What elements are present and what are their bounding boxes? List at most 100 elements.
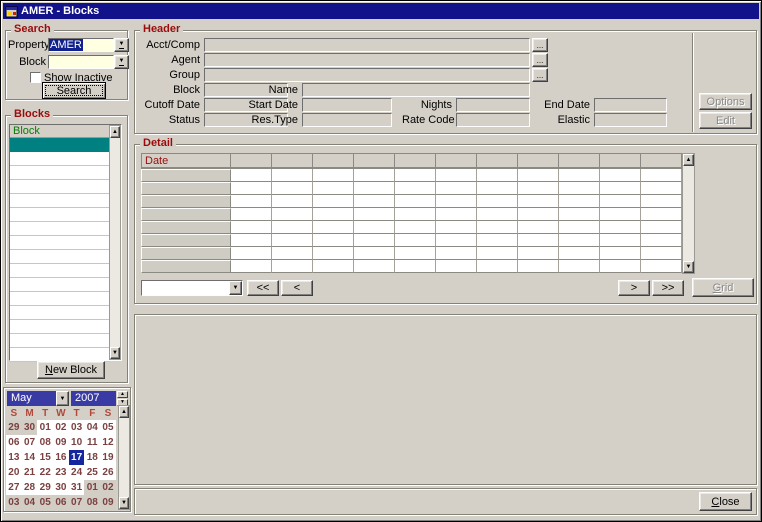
detail-grid-cell[interactable] xyxy=(354,169,395,182)
list-item[interactable] xyxy=(10,180,110,194)
list-item[interactable] xyxy=(10,236,110,250)
detail-grid-cell[interactable] xyxy=(641,221,682,234)
detail-view-dropdown-icon[interactable]: ▼ xyxy=(229,281,242,295)
list-item[interactable] xyxy=(10,166,110,180)
detail-grid-cell[interactable] xyxy=(354,247,395,260)
calendar-day-selected[interactable]: 17 xyxy=(69,450,85,465)
calendar-day[interactable]: 05 xyxy=(100,420,116,435)
calendar-day[interactable]: 27 xyxy=(6,480,22,495)
detail-grid-cell[interactable] xyxy=(641,260,682,273)
list-item[interactable] xyxy=(10,292,110,306)
blocks-list-column-header[interactable]: Block xyxy=(10,125,121,138)
detail-grid-cell[interactable] xyxy=(559,260,600,273)
list-item[interactable] xyxy=(10,250,110,264)
detail-grid-cell[interactable] xyxy=(477,234,518,247)
detail-grid-cell[interactable] xyxy=(600,247,641,260)
detail-grid-cell[interactable] xyxy=(477,260,518,273)
property-lov-button[interactable]: ▼ xyxy=(114,38,129,52)
agent-field[interactable] xyxy=(204,53,530,67)
calendar-day[interactable]: 29 xyxy=(37,480,53,495)
detail-grid-cell[interactable] xyxy=(436,221,477,234)
detail-grid-cell[interactable] xyxy=(231,221,272,234)
scrollbar-track[interactable] xyxy=(110,138,120,347)
detail-grid-cell[interactable] xyxy=(518,208,559,221)
detail-grid-cell[interactable] xyxy=(354,208,395,221)
list-item[interactable] xyxy=(10,306,110,320)
month-dropdown-icon[interactable]: ▼ xyxy=(56,391,69,406)
detail-grid-cell[interactable] xyxy=(395,182,436,195)
calendar-day[interactable]: 09 xyxy=(53,435,69,450)
list-item[interactable] xyxy=(10,264,110,278)
property-input[interactable]: AMER xyxy=(48,38,114,52)
calendar-day[interactable]: 07 xyxy=(69,495,85,510)
detail-grid-cell[interactable] xyxy=(518,260,559,273)
detail-grid-cell[interactable] xyxy=(600,234,641,247)
next-page-button[interactable]: > xyxy=(618,280,650,296)
calendar-day[interactable]: 02 xyxy=(100,480,116,495)
calendar-day[interactable]: 20 xyxy=(6,465,22,480)
calendar-day[interactable]: 31 xyxy=(69,480,85,495)
show-inactive-checkbox[interactable] xyxy=(30,72,41,83)
detail-grid-cell[interactable] xyxy=(477,221,518,234)
detail-grid-cell[interactable] xyxy=(231,247,272,260)
block-lov-button[interactable]: ▼ xyxy=(114,55,129,69)
calendar-day[interactable]: 12 xyxy=(100,435,116,450)
detail-grid-cell[interactable] xyxy=(436,169,477,182)
list-item[interactable] xyxy=(10,348,110,362)
detail-grid-cell[interactable] xyxy=(313,247,354,260)
detail-grid-cell[interactable] xyxy=(641,234,682,247)
detail-grid-cell[interactable] xyxy=(600,260,641,273)
last-page-button[interactable]: >> xyxy=(652,280,684,296)
detail-grid-cell[interactable] xyxy=(559,221,600,234)
list-item[interactable] xyxy=(10,334,110,348)
detail-grid-cell[interactable] xyxy=(641,247,682,260)
calendar-day[interactable]: 08 xyxy=(84,495,100,510)
scroll-down-icon[interactable]: ▼ xyxy=(119,497,129,509)
detail-grid-cell[interactable] xyxy=(395,234,436,247)
group-field[interactable] xyxy=(204,68,530,82)
detail-grid-cell[interactable] xyxy=(231,182,272,195)
detail-grid-cell[interactable] xyxy=(600,182,641,195)
detail-grid-cell[interactable] xyxy=(436,208,477,221)
grid-button[interactable]: Grid xyxy=(692,278,754,297)
search-button[interactable]: Search xyxy=(42,82,106,99)
detail-grid-cell[interactable] xyxy=(231,169,272,182)
calendar-scrollbar[interactable]: ▲ ▼ xyxy=(118,405,130,510)
calendar-day[interactable]: 30 xyxy=(53,480,69,495)
list-item[interactable] xyxy=(10,278,110,292)
detail-grid-cell[interactable] xyxy=(313,260,354,273)
detail-grid-cell[interactable] xyxy=(354,195,395,208)
detail-grid-cell[interactable] xyxy=(354,221,395,234)
calendar-day[interactable]: 14 xyxy=(22,450,38,465)
detail-grid-cell[interactable] xyxy=(272,195,313,208)
list-item[interactable] xyxy=(10,208,110,222)
detail-grid-cell[interactable] xyxy=(395,208,436,221)
calendar-day[interactable]: 01 xyxy=(37,420,53,435)
start-date-field[interactable] xyxy=(302,98,392,112)
scroll-down-icon[interactable]: ▼ xyxy=(683,261,694,273)
calendar-month-select[interactable]: May xyxy=(7,391,56,406)
detail-grid-cell[interactable] xyxy=(559,169,600,182)
prev-page-button[interactable]: < xyxy=(281,280,313,296)
scroll-up-icon[interactable]: ▲ xyxy=(683,154,694,166)
detail-grid-cell[interactable] xyxy=(231,195,272,208)
calendar-day[interactable]: 04 xyxy=(22,495,38,510)
calendar-day[interactable]: 06 xyxy=(6,435,22,450)
scroll-up-icon[interactable]: ▲ xyxy=(119,406,129,418)
detail-grid-cell[interactable] xyxy=(477,247,518,260)
detail-grid-cell[interactable] xyxy=(354,234,395,247)
calendar-day[interactable]: 24 xyxy=(69,465,85,480)
first-page-button[interactable]: << xyxy=(247,280,279,296)
detail-grid-cell[interactable] xyxy=(272,247,313,260)
detail-grid-cell[interactable] xyxy=(313,221,354,234)
list-item[interactable] xyxy=(10,320,110,334)
edit-button[interactable]: Edit xyxy=(699,112,752,129)
detail-grid-cell[interactable] xyxy=(313,182,354,195)
calendar-day[interactable]: 23 xyxy=(53,465,69,480)
agent-browse-button[interactable]: ... xyxy=(532,53,548,67)
calendar-day[interactable]: 28 xyxy=(22,480,38,495)
calendar-day[interactable]: 01 xyxy=(84,480,100,495)
calendar-day[interactable]: 21 xyxy=(22,465,38,480)
calendar-day[interactable]: 22 xyxy=(37,465,53,480)
acct-comp-browse-button[interactable]: ... xyxy=(532,38,548,52)
